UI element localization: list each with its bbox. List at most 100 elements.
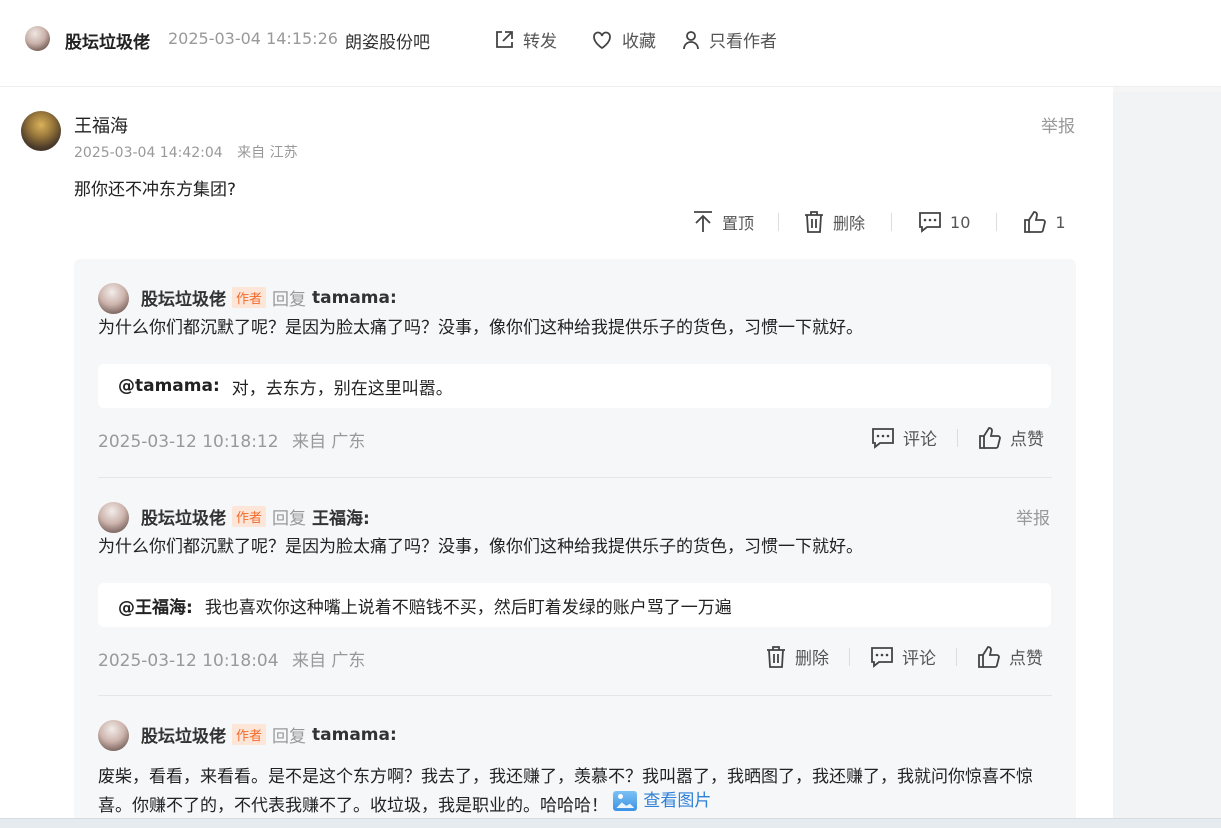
forward-button[interactable]: 转发 xyxy=(493,27,557,52)
delete-button[interactable]: 删除 xyxy=(803,210,865,234)
pin-button[interactable]: 置顶 xyxy=(692,210,754,234)
quote-text: 对，去东方，别在这里叫嚣。 xyxy=(231,378,453,399)
post-timestamp: 2025-03-04 14:15:26 xyxy=(168,29,338,48)
author-only-button[interactable]: 只看作者 xyxy=(681,27,777,52)
like-button[interactable]: 点赞 xyxy=(977,644,1043,669)
view-image-link[interactable]: 查看图片 xyxy=(613,789,711,813)
reply-header: 股坛垃圾佬 作者 回复 王福海: xyxy=(141,504,370,529)
right-panel-edge xyxy=(1113,87,1221,92)
reply-target[interactable]: tamama: xyxy=(312,725,397,745)
like-button[interactable]: 点赞 xyxy=(978,425,1044,450)
reply-avatar[interactable] xyxy=(98,283,129,314)
author-badge: 作者 xyxy=(232,287,267,308)
reply-author[interactable]: 股坛垃圾佬 xyxy=(141,722,226,747)
comment-panel: 王福海 举报 2025-03-04 14:42:04 来自 江苏 那你还不冲东方… xyxy=(0,87,1113,827)
favorite-label: 收藏 xyxy=(622,32,656,52)
delete-label: 删除 xyxy=(795,649,829,669)
share-icon xyxy=(496,30,513,48)
reply-actions: 评论 点赞 xyxy=(871,425,1044,450)
like-label: 点赞 xyxy=(1009,649,1043,669)
user-icon xyxy=(683,30,699,49)
reply-header: 股坛垃圾佬 作者 回复 tamama: xyxy=(141,285,397,310)
commenter-avatar[interactable] xyxy=(21,111,61,151)
comment-icon xyxy=(871,646,893,668)
reply-location: 来自 广东 xyxy=(291,432,366,452)
reply-list: 股坛垃圾佬 作者 回复 tamama: 为什么你们都沉默了呢？是因为脸太痛了吗？… xyxy=(74,259,1076,827)
reply-text: 为什么你们都沉默了呢？是因为脸太痛了吗？没事，像你们这种给我提供乐子的货色，习惯… xyxy=(98,318,863,338)
image-icon xyxy=(613,791,638,811)
thumbs-up-icon xyxy=(978,645,1000,668)
quote-mention[interactable]: @王福海: xyxy=(118,593,193,618)
quoted-comment: @tamama: 对，去东方，别在这里叫嚣。 xyxy=(98,364,1051,408)
pin-label: 置顶 xyxy=(722,214,755,233)
reply-timestamp: 2025-03-12 10:18:04 xyxy=(98,651,279,671)
like-button[interactable]: 1 xyxy=(1023,210,1066,234)
reply-header: 股坛垃圾佬 作者 回复 tamama: xyxy=(141,722,397,747)
action-divider xyxy=(849,647,850,666)
comment-button[interactable]: 评论 xyxy=(871,425,937,450)
comment-icon xyxy=(919,212,941,233)
heart-icon xyxy=(593,31,611,49)
author-only-label: 只看作者 xyxy=(709,32,777,52)
reply-actions: 删除 评论 点赞 xyxy=(765,644,1043,669)
favorite-button[interactable]: 收藏 xyxy=(590,27,656,52)
reply-target[interactable]: 王福海: xyxy=(312,504,370,529)
reply-text: 废柴，看看，来看看。是不是这个东方啊？我去了，我还赚了，羡慕不？我叫嚣了，我晒图… xyxy=(98,767,1033,816)
comment-label: 评论 xyxy=(902,649,936,669)
post-header-bar: 股坛垃圾佬 2025-03-04 14:15:26 朗姿股份吧 转发 收藏 只看… xyxy=(0,0,1221,86)
reply-meta: 2025-03-12 10:18:12 来自 广东 xyxy=(98,427,365,452)
report-link[interactable]: 举报 xyxy=(1016,504,1050,529)
reply-avatar[interactable] xyxy=(98,720,129,751)
comment-icon xyxy=(872,427,894,449)
report-link[interactable]: 举报 xyxy=(1041,112,1075,137)
reply-divider xyxy=(98,477,1052,478)
comment-timestamp: 2025-03-04 14:42:04 xyxy=(74,145,223,161)
reply-word: 回复 xyxy=(272,727,307,747)
post-author-name[interactable]: 股坛垃圾佬 xyxy=(65,28,150,53)
reply-target[interactable]: tamama: xyxy=(312,288,397,308)
action-divider xyxy=(778,213,780,231)
reply-word: 回复 xyxy=(272,290,307,310)
like-count: 1 xyxy=(1055,212,1066,232)
comment-button[interactable]: 评论 xyxy=(870,644,936,669)
quoted-comment: @王福海: 我也喜欢你这种嘴上说着不赔钱不买，然后盯着发绿的账户骂了一万遍 xyxy=(98,583,1051,627)
thumbs-up-icon xyxy=(979,426,1001,449)
commenter-name[interactable]: 王福海 xyxy=(74,112,128,138)
view-image-label: 查看图片 xyxy=(643,791,712,811)
pin-top-icon xyxy=(694,211,712,232)
like-label: 点赞 xyxy=(1010,430,1044,450)
forward-label: 转发 xyxy=(523,32,557,52)
reply-count: 10 xyxy=(950,212,971,232)
action-divider xyxy=(957,428,958,447)
trash-icon xyxy=(767,645,785,668)
reply-count-button[interactable]: 10 xyxy=(918,211,970,233)
reply-author[interactable]: 股坛垃圾佬 xyxy=(141,504,226,529)
right-side-area xyxy=(1113,87,1221,827)
trash-icon xyxy=(805,211,824,233)
reply-location: 来自 广东 xyxy=(291,651,366,671)
reply-meta: 2025-03-12 10:18:04 来自 广东 xyxy=(98,646,365,671)
action-divider xyxy=(891,213,893,231)
quote-text: 我也喜欢你这种嘴上说着不赔钱不买，然后盯着发绿的账户骂了一万遍 xyxy=(204,597,732,618)
action-divider xyxy=(996,213,998,231)
quote-mention[interactable]: @tamama: xyxy=(118,376,220,396)
author-badge: 作者 xyxy=(232,724,267,745)
author-avatar[interactable] xyxy=(25,26,50,51)
reply-avatar[interactable] xyxy=(98,502,129,533)
comment-actions: 置顶 删除 10 1 xyxy=(692,209,1066,235)
reply-author[interactable]: 股坛垃圾佬 xyxy=(141,285,226,310)
thumbs-up-icon xyxy=(1024,211,1047,233)
comment-content: 那你还不冲东方集团? xyxy=(74,180,237,200)
reply-word: 回复 xyxy=(272,509,307,529)
delete-button[interactable]: 删除 xyxy=(765,644,829,669)
forum-name-link[interactable]: 朗姿股份吧 xyxy=(345,28,430,53)
reply-timestamp: 2025-03-12 10:18:12 xyxy=(98,432,279,452)
author-badge: 作者 xyxy=(232,506,267,527)
reply-divider xyxy=(98,695,1052,696)
comment-location: 来自 江苏 xyxy=(237,145,298,161)
action-divider xyxy=(956,647,957,666)
reply-text: 为什么你们都沉默了呢？是因为脸太痛了吗？没事，像你们这种给我提供乐子的货色，习惯… xyxy=(98,537,863,557)
comment-meta: 2025-03-04 14:42:04 来自 江苏 xyxy=(74,142,298,162)
comment-label: 评论 xyxy=(903,430,937,450)
reply-text-block: 废柴，看看，来看看。是不是这个东方啊？我去了，我还赚了，羡慕不？我叫嚣了，我晒图… xyxy=(98,765,1048,818)
